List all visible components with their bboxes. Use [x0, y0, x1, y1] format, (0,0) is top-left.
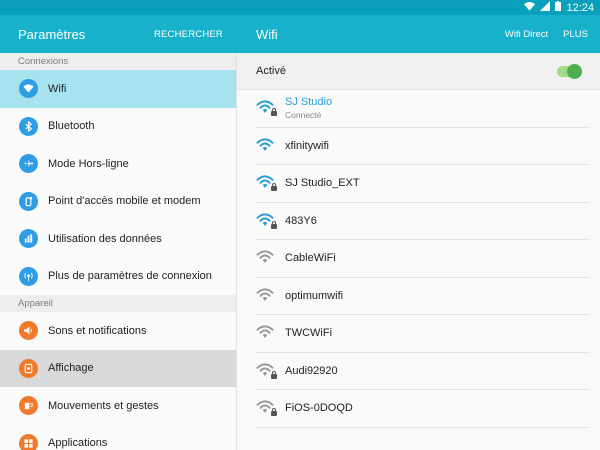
- sidebar-item-label: Mouvements et gestes: [48, 399, 159, 412]
- network-item[interactable]: 483Y6: [256, 203, 590, 240]
- wifi-signal-icon: [256, 100, 277, 117]
- wifi-signal-icon: [256, 175, 277, 192]
- wifi-icon: [19, 79, 38, 99]
- wifi-toggle-label: Activé: [256, 65, 286, 77]
- network-item[interactable]: SJ Studio Connecté: [256, 90, 590, 128]
- section-header-connexions: Connexions: [0, 53, 236, 70]
- wifi-signal-icon: [256, 363, 277, 379]
- sidebar-item-display[interactable]: Affichage: [0, 349, 236, 387]
- lock-icon: [271, 108, 277, 117]
- settings-header: Paramètres RECHERCHER: [0, 15, 237, 53]
- network-text: Audi92920: [285, 365, 338, 377]
- network-name: TWCWiFi: [285, 327, 333, 340]
- network-text: SJ Studio_EXT: [285, 177, 360, 189]
- hotspot-icon: [19, 191, 38, 211]
- wifi-title: Wifi: [256, 26, 278, 42]
- sidebar-item-data-usage[interactable]: Utilisation des données: [0, 220, 236, 258]
- network-name: SJ Studio_EXT: [285, 177, 360, 190]
- network-name: optimumwifi: [285, 289, 344, 302]
- sidebar-item-wifi[interactable]: Wifi: [0, 70, 236, 108]
- sidebar-item-label: Mode Hors-ligne: [48, 157, 129, 170]
- lock-icon: [271, 183, 277, 192]
- network-text: FiOS-0DOQD: [285, 402, 353, 414]
- wifi-signal-icon: [256, 138, 276, 154]
- sidebar-item-label: Sons et notifications: [48, 324, 147, 337]
- network-list: SJ Studio Connecté xfinitywifi SJ Studio_EX…: [237, 90, 600, 428]
- network-item[interactable]: CableWiFi: [256, 240, 590, 278]
- network-item[interactable]: xfinitywifi: [256, 128, 590, 165]
- network-text: 483Y6: [285, 215, 317, 227]
- sidebar-item-label: Wifi: [48, 82, 67, 95]
- switch-knob: [567, 63, 582, 79]
- network-item[interactable]: TWCWiFi: [256, 315, 590, 353]
- network-text: optimumwifi: [285, 290, 343, 302]
- wifi-signal-icon: [256, 288, 276, 304]
- sidebar-item-more-connections[interactable]: Plus de paramètres de connexion: [0, 258, 236, 296]
- sidebar-item-label: Utilisation des données: [48, 232, 162, 245]
- network-text: SJ Studio Connecté: [285, 96, 332, 120]
- network-item[interactable]: Audi92920: [256, 353, 590, 390]
- motion-icon: [19, 396, 38, 416]
- sidebar-item-applications[interactable]: Applications: [0, 425, 236, 450]
- network-name: xfinitywifi: [285, 139, 330, 152]
- wifi-toggle-row: Activé: [237, 53, 600, 90]
- lock-icon: [271, 408, 277, 417]
- sidebar-item-label: Applications: [48, 437, 108, 450]
- bluetooth-icon: [19, 116, 38, 136]
- network-text: TWCWiFi: [285, 327, 332, 339]
- sidebar-item-motion[interactable]: Mouvements et gestes: [0, 387, 236, 425]
- status-time: 12:24: [566, 1, 594, 14]
- sidebar-item-bluetooth[interactable]: Bluetooth: [0, 108, 236, 146]
- network-name: Audi92920: [285, 364, 338, 377]
- more-connections-icon: [19, 266, 38, 286]
- wifi-signal-icon: [256, 250, 276, 266]
- wifi-panel: Activé SJ Studio Connecté xfinitywifi SJ St…: [237, 53, 600, 450]
- sidebar-item-hotspot[interactable]: Point d'accès mobile et modem: [0, 183, 236, 221]
- sidebar-item-label: Plus de paramètres de connexion: [48, 270, 212, 283]
- network-text: CableWiFi: [285, 252, 336, 264]
- display-icon: [19, 358, 38, 378]
- network-item[interactable]: FiOS-0DOQD: [256, 390, 590, 428]
- settings-title: Paramètres: [18, 26, 86, 42]
- airplane-icon: [19, 154, 38, 174]
- network-text: xfinitywifi: [285, 140, 329, 152]
- more-button[interactable]: PLUS: [563, 29, 588, 40]
- status-bar: 12:24: [0, 0, 600, 15]
- sidebar-item-label: Bluetooth: [48, 120, 95, 133]
- battery-icon: [555, 1, 562, 14]
- sidebar-item-sound[interactable]: Sons et notifications: [0, 312, 236, 350]
- section-header-appareil: Appareil: [0, 295, 236, 312]
- wifi-toggle-switch[interactable]: [557, 63, 582, 79]
- network-name: 483Y6: [285, 214, 317, 227]
- wifi-header: Wifi Wifi Direct PLUS: [237, 15, 600, 53]
- settings-sidebar: Connexions Wifi Bluetooth Mode Hors-lign…: [0, 53, 237, 450]
- wifi-direct-button[interactable]: Wifi Direct: [505, 29, 548, 40]
- sound-icon: [19, 321, 38, 341]
- search-button[interactable]: RECHERCHER: [154, 29, 223, 40]
- network-item[interactable]: optimumwifi: [256, 278, 590, 315]
- wifi-signal-icon: [256, 325, 276, 341]
- network-name: FiOS-0DOQD: [285, 402, 353, 415]
- apps-icon: [19, 433, 38, 450]
- network-status: Connecté: [285, 110, 322, 121]
- sidebar-item-airplane-mode[interactable]: Mode Hors-ligne: [0, 145, 236, 183]
- wifi-signal-icon: [256, 400, 277, 417]
- signal-status-icon: [540, 1, 551, 14]
- data-usage-icon: [19, 229, 38, 249]
- wifi-signal-icon: [256, 213, 277, 229]
- network-item[interactable]: SJ Studio_EXT: [256, 165, 590, 203]
- sidebar-item-label: Affichage: [48, 362, 94, 375]
- network-name: SJ Studio: [285, 96, 333, 109]
- wifi-status-icon: [524, 1, 536, 14]
- network-name: CableWiFi: [285, 252, 336, 265]
- sidebar-item-label: Point d'accès mobile et modem: [48, 195, 201, 208]
- lock-icon: [271, 220, 277, 229]
- lock-icon: [271, 370, 277, 379]
